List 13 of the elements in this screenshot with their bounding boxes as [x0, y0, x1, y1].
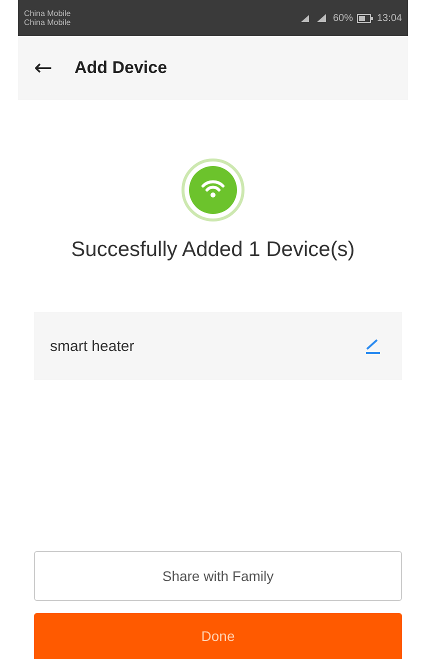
share-button[interactable]: Share with Family [34, 551, 402, 601]
battery-icon [356, 14, 373, 22]
battery-percent: 60% [332, 12, 353, 24]
clock: 13:04 [376, 12, 402, 24]
device-name: smart heater [50, 338, 134, 354]
carrier-name: China Mobile [24, 9, 71, 18]
page-title: Add Device [74, 58, 168, 78]
success-message: Succesfully Added 1 Device(s) [71, 238, 355, 262]
carrier-name: China Mobile [24, 18, 71, 27]
pencil-icon[interactable] [364, 338, 382, 354]
signal-icon [298, 13, 329, 23]
wifi-success-icon [181, 158, 245, 222]
back-button[interactable]: ← [34, 56, 52, 80]
